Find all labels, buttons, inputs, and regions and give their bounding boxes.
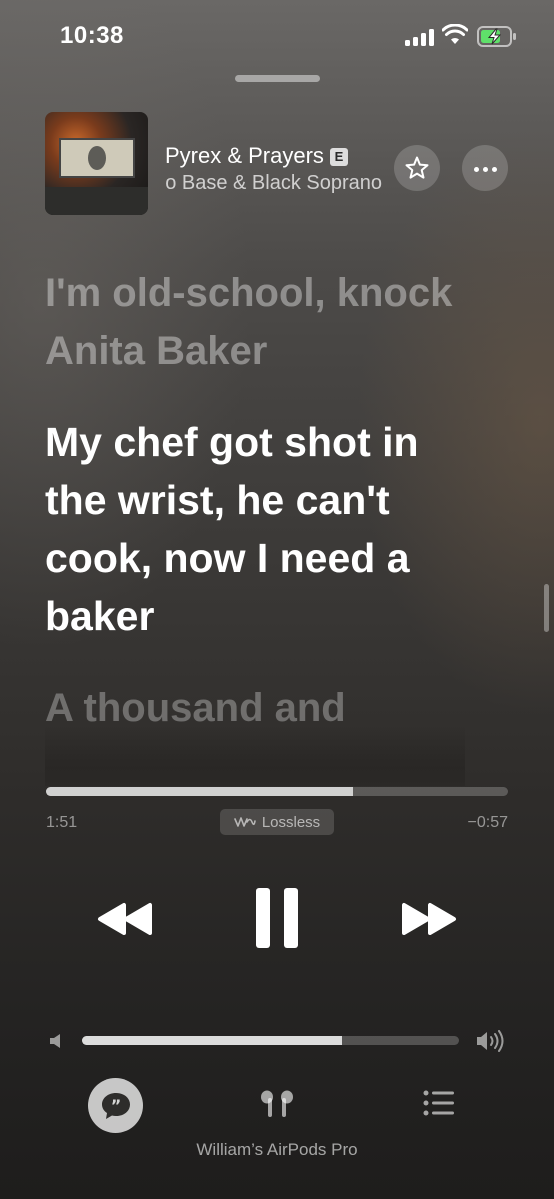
star-icon xyxy=(405,156,429,179)
playback-progress-fill xyxy=(46,787,354,796)
remaining-time: −0:57 xyxy=(467,814,508,831)
elapsed-time: 1:51 xyxy=(46,814,78,831)
lyric-line-current[interactable]: My chef got shot in the wrist, he can't … xyxy=(45,413,465,645)
song-title: Pyrex & Prayers E xyxy=(165,143,348,169)
lyrics-view[interactable]: I'm old-school, knock Anita Baker My che… xyxy=(45,264,465,786)
playback-scrubber[interactable] xyxy=(46,787,508,796)
quote-bubble-icon: ” xyxy=(101,1092,130,1119)
album-artwork[interactable] xyxy=(45,112,148,215)
lyrics-button[interactable]: ” xyxy=(88,1078,143,1133)
song-title-text: Pyrex & Prayers xyxy=(165,143,324,168)
sheet-grabber[interactable] xyxy=(235,75,320,82)
explicit-badge: E xyxy=(329,148,348,166)
lyrics-fade xyxy=(45,726,465,786)
fast-forward-icon[interactable] xyxy=(400,902,458,936)
volume-slider-fill xyxy=(82,1036,343,1045)
pause-icon[interactable] xyxy=(255,887,299,949)
lyric-line-past[interactable]: I'm old-school, knock Anita Baker xyxy=(45,264,465,380)
status-time: 10:38 xyxy=(60,22,124,49)
status-bar: 10:38 xyxy=(0,0,554,70)
lossless-wave-icon xyxy=(234,817,256,827)
volume-low-icon xyxy=(50,1034,60,1048)
battery-charging-icon xyxy=(477,26,516,47)
favorite-button[interactable] xyxy=(394,145,440,191)
volume-slider[interactable] xyxy=(82,1036,459,1045)
wifi-icon xyxy=(442,24,468,44)
song-artist[interactable]: o Base & Black Soprano xyxy=(150,172,382,195)
airpods-icon[interactable] xyxy=(256,1088,298,1120)
cellular-signal-icon xyxy=(405,28,435,46)
scroll-indicator xyxy=(544,584,549,632)
ellipsis-icon xyxy=(472,159,499,177)
rewind-icon[interactable] xyxy=(96,902,154,936)
svg-text:”: ” xyxy=(110,1096,121,1115)
lossless-label: Lossless xyxy=(261,813,321,831)
lossless-badge[interactable]: Lossless xyxy=(220,809,334,835)
more-options-button[interactable] xyxy=(462,145,508,191)
queue-list-icon[interactable] xyxy=(423,1090,455,1116)
output-device-label[interactable]: William’s AirPods Pro xyxy=(0,1140,554,1160)
volume-high-icon xyxy=(477,1030,504,1052)
